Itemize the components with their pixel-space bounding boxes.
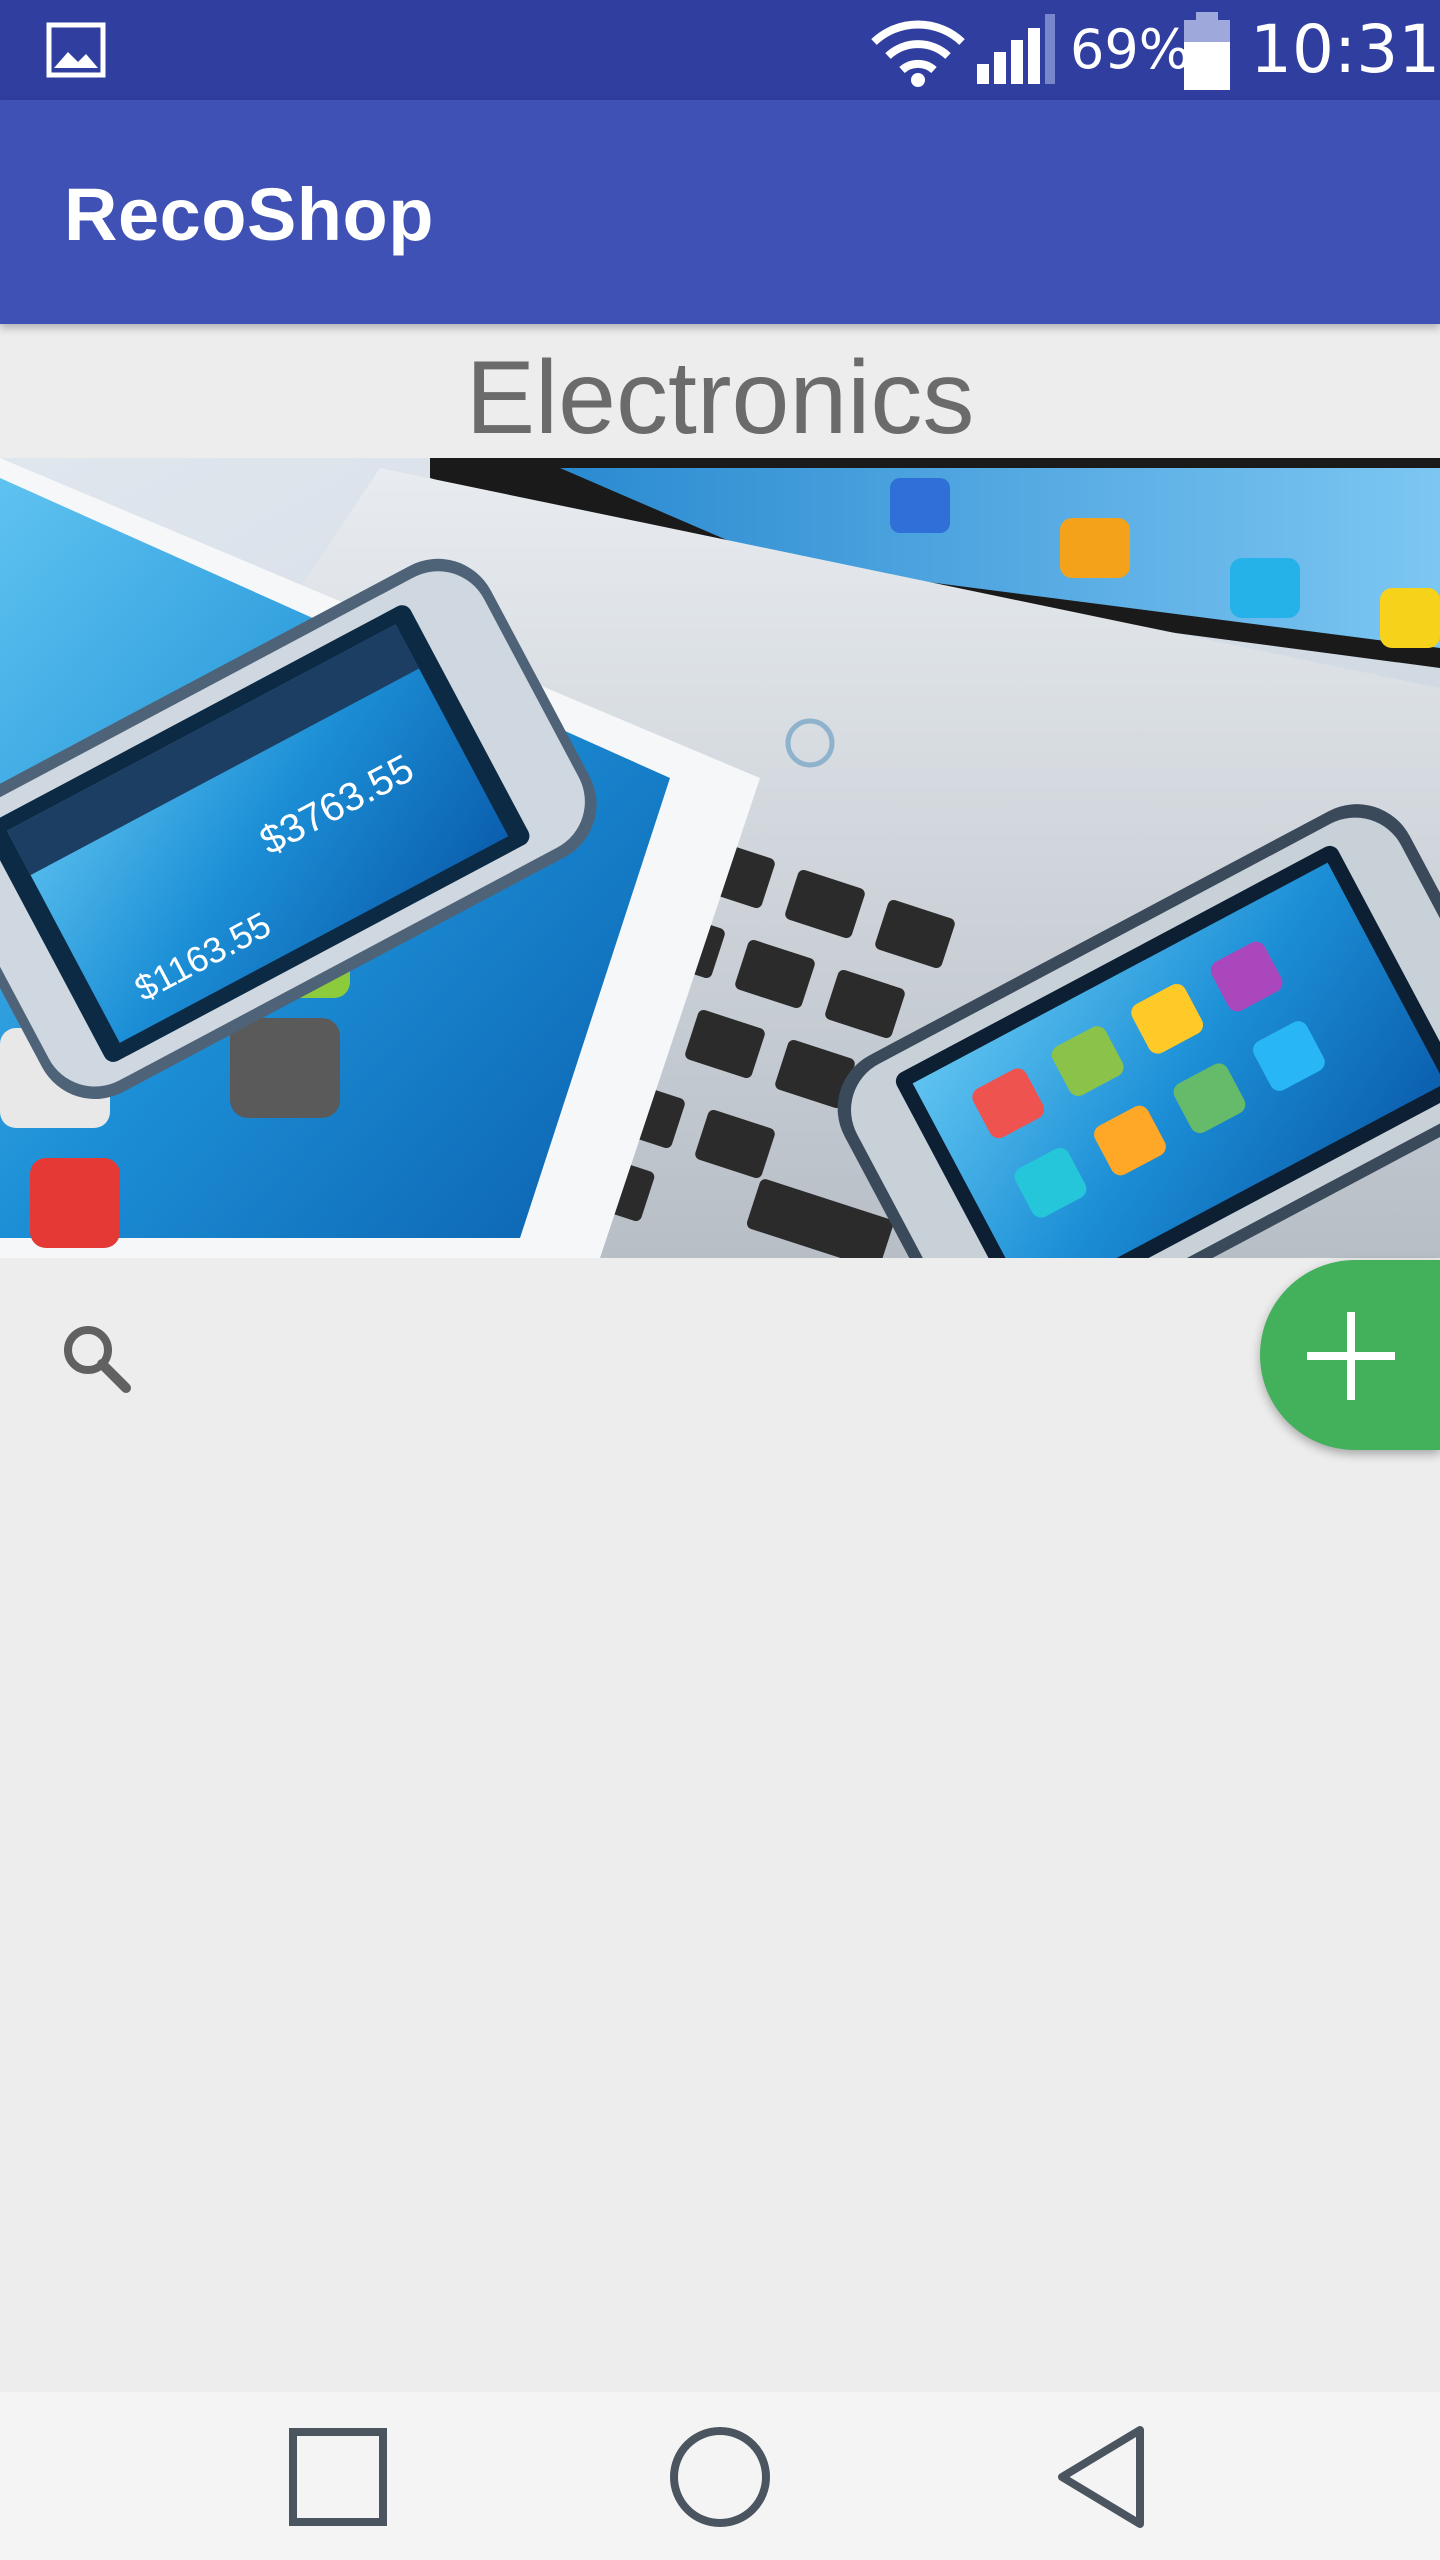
recent-apps-square-icon[interactable] [283, 2422, 393, 2532]
image-icon [46, 22, 106, 78]
plus-icon [1307, 1312, 1395, 1400]
category-title: Electronics [465, 340, 975, 456]
search-input[interactable] [150, 1308, 1200, 1408]
wifi-icon [871, 20, 965, 87]
system-nav-bar [0, 2392, 1440, 2560]
status-bar: 69% 10:31 [0, 0, 1440, 100]
search-icon[interactable] [56, 1318, 136, 1398]
app-bar: RecoShop [0, 100, 1440, 324]
back-triangle-icon[interactable] [1050, 2422, 1160, 2532]
electronics-hero-image: $3763.55 $1163.55 [0, 458, 1440, 1258]
home-circle-icon[interactable] [665, 2422, 775, 2532]
app-title: RecoShop [64, 173, 434, 256]
battery-percent: 69% [1070, 18, 1191, 81]
clock: 10:31 [1250, 11, 1440, 88]
battery-icon [1184, 12, 1230, 90]
add-button[interactable] [1260, 1260, 1440, 1450]
search-bar[interactable] [0, 1258, 1440, 1448]
cell-signal-icon [977, 14, 1055, 84]
